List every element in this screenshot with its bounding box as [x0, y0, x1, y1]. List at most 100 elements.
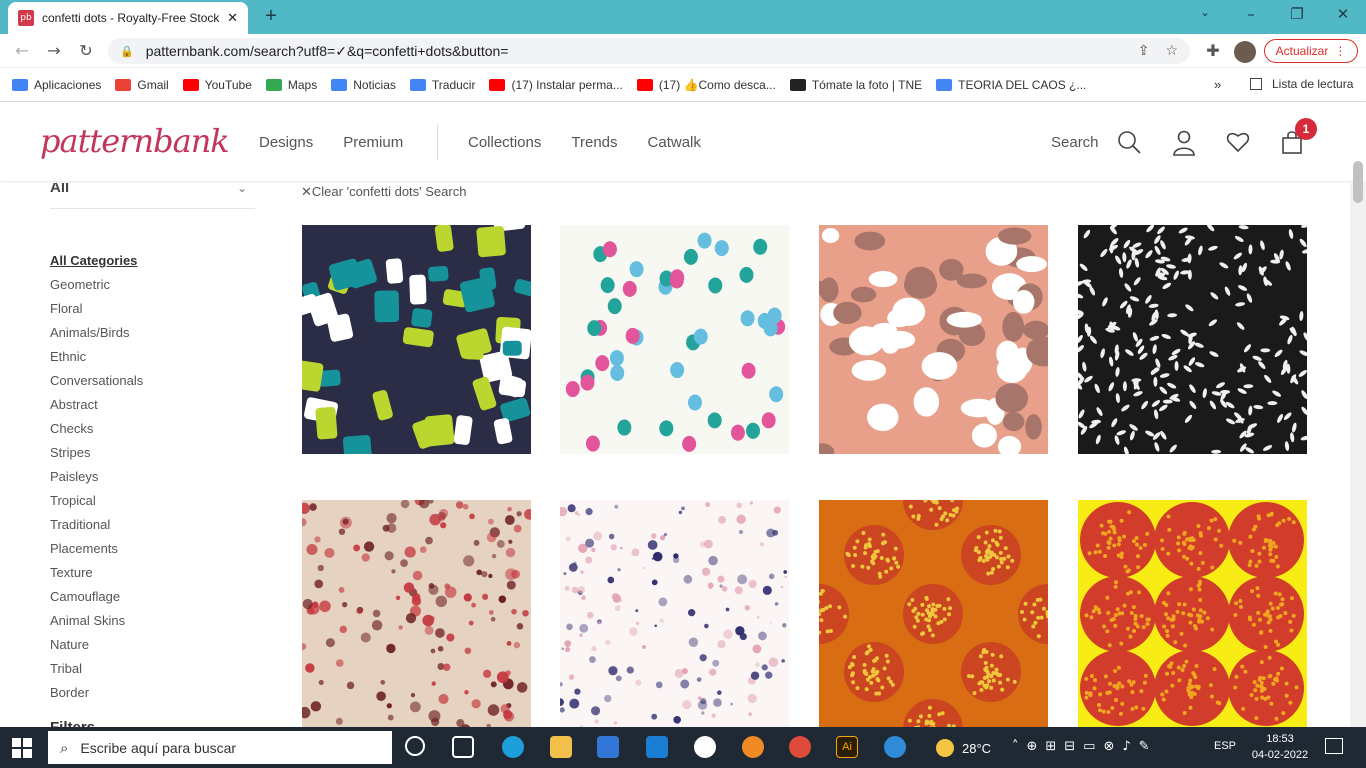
extensions-icon[interactable]: ✚	[1203, 41, 1223, 60]
bookmark-item[interactable]: Tómate la foto | TNE	[789, 78, 922, 92]
weather-sun-icon	[936, 739, 954, 757]
category-link[interactable]: Stripes	[50, 441, 143, 465]
clear-search-link[interactable]: ✕Clear 'confetti dots' Search	[301, 184, 466, 200]
tab-title: confetti dots - Royalty-Free Stock	[42, 11, 220, 25]
close-tab-icon[interactable]: ✕	[227, 10, 238, 26]
account-icon[interactable]	[1172, 130, 1196, 156]
news-icon	[331, 78, 348, 91]
category-link[interactable]: Animals/Birds	[50, 321, 143, 345]
browser-toolbar: ← → ↻ 🔒 patternbank.com/search?utf8=✓&q=…	[0, 34, 1366, 68]
bookmark-item[interactable]: Gmail	[115, 78, 169, 92]
page-scrollbar[interactable]	[1350, 161, 1366, 727]
brave-browser-icon[interactable]	[742, 736, 764, 758]
help-icon[interactable]	[884, 736, 906, 758]
clear-search-label: Clear 'confetti dots' Search	[311, 184, 467, 199]
category-link[interactable]: Checks	[50, 417, 143, 441]
pattern-tile-beige-red-dot-confetti[interactable]	[302, 500, 531, 727]
close-window-icon[interactable]: ✕	[1331, 5, 1355, 23]
nav-trends[interactable]: Trends	[571, 134, 617, 151]
pattern-tile-black-white-rice-confetti[interactable]	[1078, 225, 1307, 454]
category-link[interactable]: Camouflage	[50, 585, 143, 609]
system-tray-icons[interactable]: ˄⊕⊞⊟▭⊗♪✎	[1012, 739, 1158, 754]
reload-icon[interactable]: ↻	[76, 41, 96, 60]
new-tab-icon[interactable]: +	[260, 5, 282, 28]
category-link[interactable]: Texture	[50, 561, 143, 585]
category-link[interactable]: Abstract	[50, 393, 143, 417]
gmail-icon	[115, 78, 132, 91]
address-bar[interactable]: 🔒 patternbank.com/search?utf8=✓&q=confet…	[108, 38, 1190, 64]
taskbar-search-box[interactable]: ⌕ Escribe aquí para buscar	[48, 731, 392, 764]
category-link[interactable]: Tribal	[50, 657, 143, 681]
bookmark-item[interactable]: (17) 👍Como desca...	[636, 78, 776, 92]
bookmark-item[interactable]: Noticias	[331, 78, 396, 92]
category-select[interactable]: All ⌄	[50, 183, 255, 209]
bookmark-star-icon[interactable]: ☆	[1165, 43, 1178, 59]
patternbank-logo[interactable]: patternbank	[40, 122, 230, 160]
category-link[interactable]: All Categories	[50, 249, 143, 273]
weather-widget[interactable]: 28°C	[936, 739, 991, 757]
lock-icon[interactable]: 🔒	[120, 45, 134, 58]
category-link[interactable]: Traditional	[50, 513, 143, 537]
task-view-icon[interactable]	[452, 736, 474, 758]
search-label[interactable]: Search	[1051, 134, 1099, 151]
nav-catwalk[interactable]: Catwalk	[648, 134, 701, 151]
share-icon[interactable]: ⇪	[1138, 43, 1150, 59]
bookmark-item[interactable]: Maps	[265, 78, 317, 92]
category-link[interactable]: Placements	[50, 537, 143, 561]
mail-icon[interactable]	[646, 736, 668, 758]
clock[interactable]: 18:53 04-02-2022	[1250, 731, 1310, 763]
reading-list-button[interactable]: Lista de lectura	[1250, 77, 1353, 91]
input-language[interactable]: ESP	[1214, 740, 1236, 752]
pattern-tile-white-pink-speckled-dots[interactable]	[560, 500, 789, 727]
category-link[interactable]: Paisleys	[50, 465, 143, 489]
nav-collections[interactable]: Collections	[468, 134, 541, 151]
pattern-tile-navy-lime-teal-brush-confetti[interactable]	[302, 225, 531, 454]
pattern-tile-white-multicolor-dots[interactable]	[560, 225, 789, 454]
search-icon[interactable]	[1117, 130, 1141, 154]
category-link[interactable]: Ethnic	[50, 345, 143, 369]
minimize-icon[interactable]: –	[1239, 5, 1263, 23]
forward-icon[interactable]: →	[44, 41, 64, 60]
bookmark-item[interactable]: Traducir	[409, 77, 476, 92]
bookmark-label: Traducir	[431, 77, 476, 92]
edge-icon[interactable]	[502, 736, 524, 758]
update-button[interactable]: Actualizar ⋮	[1264, 39, 1358, 63]
pattern-tile-orange-circle-confetti[interactable]	[819, 500, 1048, 727]
profile-avatar[interactable]	[1234, 41, 1256, 63]
tab-search-chevron-icon[interactable]: ⌄	[1193, 5, 1217, 19]
globe-icon	[789, 78, 806, 91]
bookmark-item[interactable]: TEORIA DEL CAOS ¿...	[936, 78, 1086, 92]
restore-icon[interactable]: ❐	[1285, 5, 1309, 23]
youtube-icon	[182, 78, 199, 91]
category-link[interactable]: Animal Skins	[50, 609, 143, 633]
nav-designs[interactable]: Designs	[259, 134, 313, 151]
category-link[interactable]: Conversationals	[50, 369, 143, 393]
illustrator-icon[interactable]: Ai	[836, 736, 858, 758]
bookmark-item[interactable]: YouTube	[182, 78, 252, 92]
chrome-icon[interactable]	[789, 736, 811, 758]
browser-tab[interactable]: pb confetti dots - Royalty-Free Stock ✕	[8, 2, 248, 34]
file-explorer-icon[interactable]	[550, 736, 572, 758]
category-link[interactable]: Border	[50, 681, 143, 705]
back-icon[interactable]: ←	[12, 41, 32, 60]
url-text[interactable]: patternbank.com/search?utf8=✓&q=confetti…	[146, 43, 1122, 60]
category-link[interactable]: Tropical	[50, 489, 143, 513]
category-link[interactable]: Floral	[50, 297, 143, 321]
nav-premium[interactable]: Premium	[343, 134, 403, 151]
store-icon[interactable]	[597, 736, 619, 758]
bookmark-label: Aplicaciones	[34, 77, 102, 92]
more-menu-icon: ⋮	[1334, 44, 1347, 58]
wishlist-heart-icon[interactable]	[1226, 131, 1250, 153]
app-circle-icon[interactable]	[694, 736, 716, 758]
scrollbar-thumb[interactable]	[1353, 161, 1363, 203]
pattern-tile-peach-brown-white-spots[interactable]	[819, 225, 1048, 454]
notifications-icon[interactable]	[1325, 738, 1343, 754]
category-link[interactable]: Nature	[50, 633, 143, 657]
bookmark-item[interactable]: (17) Instalar perma...	[489, 78, 623, 92]
pattern-tile-yellow-circle-confetti[interactable]	[1078, 500, 1307, 727]
windows-start-icon[interactable]	[12, 738, 32, 758]
bookmark-item[interactable]: Aplicaciones	[12, 78, 101, 92]
bookmarks-overflow-icon[interactable]: »	[1214, 77, 1221, 92]
cortana-icon[interactable]	[405, 736, 425, 756]
category-link[interactable]: Geometric	[50, 273, 143, 297]
